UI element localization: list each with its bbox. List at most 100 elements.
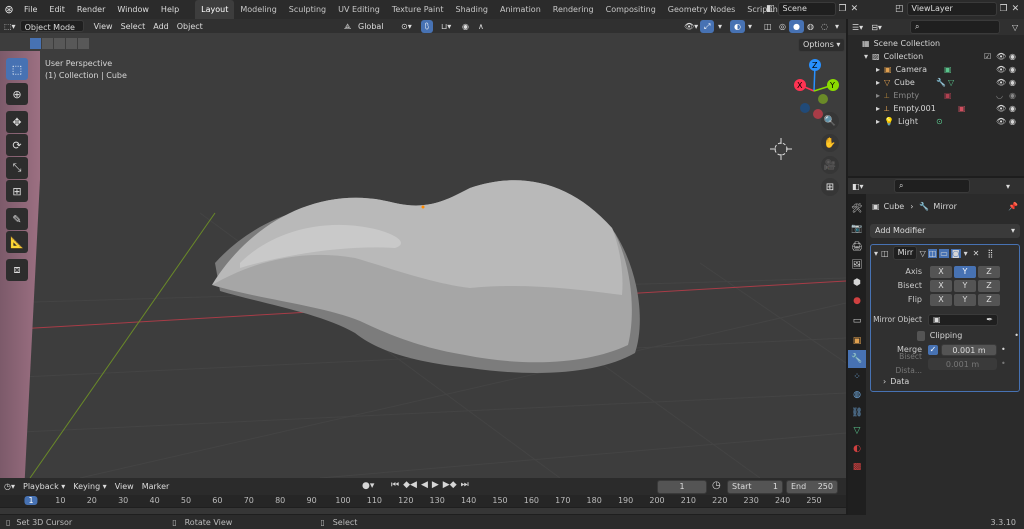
collection-tab-icon[interactable]: ▭ (848, 312, 866, 330)
rotate-tool-icon[interactable]: ⟳ (6, 134, 28, 156)
measure-tool-icon[interactable]: 📐 (6, 231, 28, 253)
camera-eye-icon[interactable]: 👁 (996, 63, 1006, 76)
timeline-menu-keying[interactable]: Keying ▾ (69, 480, 110, 493)
tab-layout[interactable]: Layout (195, 0, 235, 19)
add-cube-tool-icon[interactable]: ⧈ (6, 259, 28, 281)
viewport-menu-select[interactable]: Select (117, 20, 150, 33)
timeline-editor-icon[interactable]: ◷▾ (0, 480, 19, 493)
overlay-dropdown-icon[interactable]: ▾ (744, 20, 756, 33)
3d-viewport[interactable]: ⬚ ⊕ ✥ ⟳ ⤡ ⊞ ✎ 📐 ⧈ User Perspective (1) C… (0, 33, 846, 478)
merge-checkbox[interactable]: ✓ (928, 345, 938, 355)
jump-end-icon[interactable]: ⏭ (461, 480, 469, 490)
tab-texture-paint[interactable]: Texture Paint (386, 0, 450, 19)
data-subpanel[interactable]: › Data (871, 375, 1019, 389)
viewport-menu-view[interactable]: View (90, 20, 117, 33)
outliner-item-light[interactable]: ▸ 💡 Light ⊙ 👁 ◉ (848, 115, 1024, 128)
collection-eye-icon[interactable]: 👁 (996, 50, 1006, 63)
snap-icon[interactable]: ⩇ (421, 19, 433, 33)
viewlayer-icon[interactable]: ◰ (895, 4, 904, 14)
output-tab-icon[interactable]: 🖨 (848, 238, 866, 256)
properties-editor-icon[interactable]: ◧▾ (848, 180, 868, 193)
timeline-menu-view[interactable]: View (111, 480, 138, 493)
menu-file[interactable]: File (18, 0, 43, 19)
tool-tab-icon[interactable]: 🛠 (848, 200, 866, 218)
outliner-item-camera[interactable]: ▸ ▣ Camera ▣ 👁 ◉ (848, 63, 1024, 76)
outliner-display-icon[interactable]: ⊟▾ (867, 21, 886, 34)
empty-image-icon[interactable]: ▣ (944, 89, 952, 102)
expand-icon[interactable]: ▸ (876, 63, 880, 76)
timeline-menu-playback[interactable]: Playback ▾ (19, 480, 69, 493)
falloff-icon[interactable]: ∧ (474, 20, 488, 33)
modifier-dropdown-icon[interactable]: ▾ (964, 249, 968, 258)
flip-y-toggle[interactable]: Y (954, 294, 976, 306)
end-frame-field[interactable]: End 250 (786, 480, 838, 494)
tab-geometry-nodes[interactable]: Geometry Nodes (662, 0, 741, 19)
axis-y-toggle[interactable]: Y (954, 266, 976, 278)
select-new-icon[interactable] (30, 38, 41, 49)
scale-tool-icon[interactable]: ⤡ (6, 157, 28, 179)
empty-001-eye-icon[interactable]: 👁 (996, 102, 1006, 115)
expand-icon[interactable]: ▸ (876, 102, 880, 115)
expand-icon[interactable]: ▸ (876, 89, 880, 102)
mode-dropdown[interactable]: Object Mode (19, 20, 84, 32)
pin-icon[interactable]: 📌 (1008, 202, 1018, 211)
properties-search-input[interactable]: ⌕ (894, 179, 970, 193)
shading-wireframe-icon[interactable]: ◎ (775, 20, 790, 33)
tab-rendering[interactable]: Rendering (547, 0, 600, 19)
xray-icon[interactable]: ◫ (760, 20, 776, 33)
play-icon[interactable]: ▶ (432, 480, 439, 490)
outliner-item-cube[interactable]: ▸ ▽ Cube 🔧 ▽ 👁 ◉ (848, 76, 1024, 89)
axis-z-toggle[interactable]: Z (978, 266, 1000, 278)
outliner-item-empty-001[interactable]: ▸ ⟂ Empty.001 ▣ 👁 ◉ (848, 102, 1024, 115)
flip-z-toggle[interactable]: Z (978, 294, 1000, 306)
shading-material-icon[interactable]: ◍ (803, 20, 818, 33)
viewlayer-field[interactable]: ViewLayer (906, 2, 997, 16)
select-extend-icon[interactable] (42, 38, 53, 49)
modifier-remove-icon[interactable]: ✕ (973, 249, 980, 258)
next-keyframe-icon[interactable]: ▶◆ (443, 480, 457, 490)
record-icon[interactable]: ●▾ (362, 481, 374, 491)
tab-compositing[interactable]: Compositing (600, 0, 662, 19)
new-viewlayer-icon[interactable]: ❐ (1000, 4, 1008, 14)
annotate-tool-icon[interactable]: ✎ (6, 208, 28, 230)
keyframe-dot-icon[interactable]: • (1001, 357, 1006, 371)
tab-shading[interactable]: Shading (449, 0, 494, 19)
bisect-x-toggle[interactable]: X (930, 280, 952, 292)
empty-001-image-icon[interactable]: ▣ (958, 102, 966, 115)
eyedropper-icon[interactable]: ✒ (986, 314, 993, 326)
modifier-name-field[interactable]: Mirr (892, 246, 917, 260)
jump-start-icon[interactable]: ⏮ (391, 480, 399, 490)
timeline-menu-marker[interactable]: Marker (138, 480, 174, 493)
bisect-z-toggle[interactable]: Z (978, 280, 1000, 292)
editor-type-icon[interactable]: ⬚▾ (0, 20, 20, 33)
menu-render[interactable]: Render (71, 0, 111, 19)
outliner-item-empty[interactable]: ▸ ⟂ Empty ▣ ◡ ◉ (848, 89, 1024, 102)
overlay-toggle-icon[interactable]: ◐ (730, 19, 745, 33)
outliner-scene-collection[interactable]: ▦ Scene Collection (848, 37, 1024, 50)
move-tool-icon[interactable]: ✥ (6, 111, 28, 133)
axis-x-toggle[interactable]: X (930, 266, 952, 278)
proportional-edit-icon[interactable]: ◉ (458, 20, 473, 33)
outliner-editor-icon[interactable]: ☰▾ (848, 21, 867, 34)
outliner-search-input[interactable]: ⌕ (910, 20, 1000, 34)
render-toggle-icon[interactable]: ◙ (950, 248, 961, 258)
cube-render-icon[interactable]: ◉ (1009, 76, 1016, 89)
collection-camera-icon[interactable]: ◉ (1009, 50, 1016, 63)
mesh-data-icon[interactable]: ▽ (948, 76, 954, 89)
merge-distance-field[interactable]: 0.001 m (941, 344, 997, 356)
camera-render-icon[interactable]: ◉ (1009, 63, 1016, 76)
delete-viewlayer-icon[interactable]: ✕ (1012, 4, 1020, 14)
keyframe-dot-icon[interactable]: • (1014, 329, 1019, 343)
particles-tab-icon[interactable]: ⁘ (848, 368, 866, 386)
visibility-icon[interactable]: 👁▾ (680, 20, 702, 33)
render-tab-icon[interactable]: 📷 (848, 220, 866, 238)
properties-options-icon[interactable]: ▾ (1002, 180, 1014, 193)
object-tab-icon[interactable]: ▣ (848, 332, 866, 350)
light-render-icon[interactable]: ◉ (1009, 115, 1016, 128)
camera-data-icon[interactable]: ▣ (944, 63, 952, 76)
outliner-collection[interactable]: ▾ ▨ Collection ☑ 👁 ◉ (848, 50, 1024, 63)
light-data-icon[interactable]: ⊙ (936, 115, 943, 128)
scene-field[interactable]: Scene (777, 2, 836, 16)
new-scene-icon[interactable]: ❐ (839, 4, 847, 14)
cube-eye-icon[interactable]: 👁 (996, 76, 1006, 89)
